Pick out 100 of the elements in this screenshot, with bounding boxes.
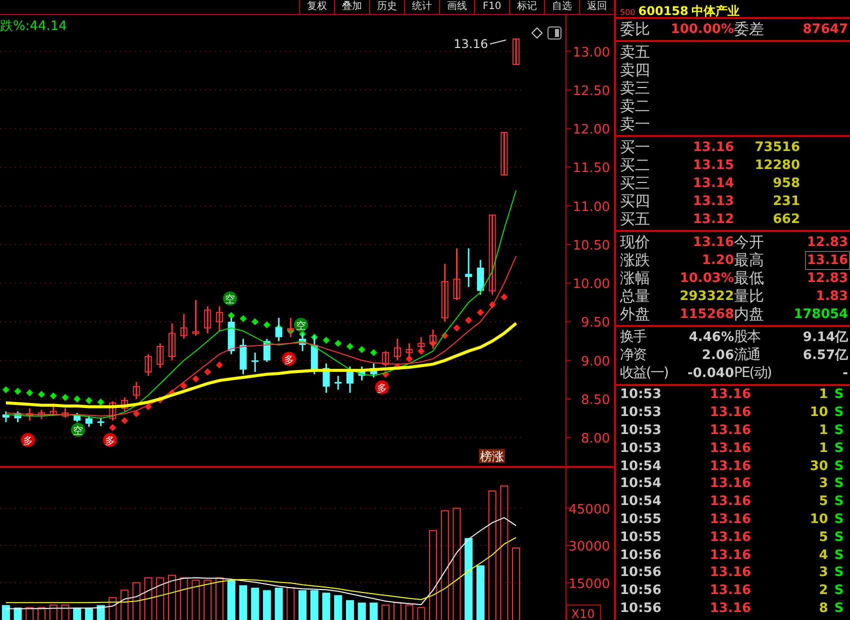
candlestick xyxy=(156,343,164,368)
candlestick xyxy=(287,318,294,338)
field-value: -0.040 xyxy=(686,366,734,380)
candlestick xyxy=(97,418,104,426)
order-price: 13.14 xyxy=(692,176,734,191)
field-label: 换手 xyxy=(620,328,648,346)
candlestick xyxy=(299,333,306,352)
volume-bar xyxy=(382,604,390,620)
trade-price: 13.16 xyxy=(708,548,751,563)
trade-price: 13.16 xyxy=(708,476,751,492)
order-label: 买一 xyxy=(620,138,651,157)
order-volume: 662 xyxy=(772,212,800,227)
volume-bar xyxy=(2,605,10,620)
field-label: 最高 xyxy=(734,251,765,270)
candlestick xyxy=(109,401,116,421)
field-label: 内盘 xyxy=(734,305,765,324)
panel-toggle-icon[interactable] xyxy=(548,26,562,40)
candlestick xyxy=(334,376,342,390)
trade-time: 10:56 xyxy=(620,565,662,580)
stock-code: 600158 xyxy=(638,5,688,17)
candlestick xyxy=(382,351,390,367)
toolbar-button[interactable]: F10 xyxy=(474,0,509,14)
price-axis-label: 8.00 xyxy=(581,432,610,447)
volume-bar xyxy=(144,577,152,620)
field-value: 1.83 xyxy=(814,289,848,304)
field-value: 100.00% xyxy=(670,22,734,37)
toolbar-button[interactable]: 历史 xyxy=(369,0,404,14)
trade-side: S xyxy=(833,512,845,527)
field-label: 现价 xyxy=(620,233,651,252)
volume-bar xyxy=(204,580,212,620)
trade-price: 13.16 xyxy=(708,512,751,527)
candlestick xyxy=(38,410,46,420)
toolbar-button[interactable]: 叠加 xyxy=(334,0,369,14)
trade-time: 10:56 xyxy=(620,583,662,598)
field-label: 量比 xyxy=(734,287,765,306)
volume-bar xyxy=(73,608,82,620)
signal-marker: 空 xyxy=(71,422,85,437)
price-axis-label: 8.50 xyxy=(581,393,610,408)
order-price: 13.12 xyxy=(692,212,734,227)
trade-price: 13.16 xyxy=(708,405,751,420)
order-label: 买二 xyxy=(620,156,651,175)
diamond-icon[interactable] xyxy=(531,27,543,39)
candlestick xyxy=(132,382,140,399)
volume-bar xyxy=(286,587,295,620)
volume-bar xyxy=(49,604,58,620)
volume-bar xyxy=(84,608,93,620)
toolbar-button[interactable]: 画线 xyxy=(439,0,474,14)
field-value: 4.46% xyxy=(688,330,734,344)
field-value: 9.14亿 xyxy=(802,329,848,346)
order-price: 13.13 xyxy=(692,194,734,209)
order-volume: 231 xyxy=(772,194,800,209)
trade-volume: 10 xyxy=(808,405,828,420)
trade-price: 13.16 xyxy=(708,583,751,598)
trade-volume: 3 xyxy=(818,565,828,580)
order-volume: 12280 xyxy=(754,158,800,173)
leader-line xyxy=(490,40,506,44)
field-value: 13.16 xyxy=(692,235,734,250)
trade-time: 10:54 xyxy=(620,494,662,510)
toolbar-button[interactable]: 自选 xyxy=(544,0,579,14)
trade-side: S xyxy=(833,387,845,402)
order-volume: 958 xyxy=(772,176,800,191)
legend-text: 跌%:44.14 xyxy=(0,19,67,34)
candlestick xyxy=(394,338,401,360)
toolbar-button[interactable]: 复权 xyxy=(299,0,334,14)
trade-side: S xyxy=(833,405,845,420)
price-axis-label: 9.50 xyxy=(581,316,610,331)
field-label: 涨幅 xyxy=(620,269,651,288)
stock-name: 中体产业 xyxy=(691,5,740,17)
field-label: PE(动) xyxy=(734,364,772,382)
field-label: 委差 xyxy=(734,20,765,39)
toolbar-button[interactable]: 标记 xyxy=(509,0,544,14)
field-value: 13.16 xyxy=(806,253,848,268)
trade-time: 10:54 xyxy=(620,458,662,474)
order-volume: 73516 xyxy=(754,140,800,155)
volume-bar xyxy=(96,605,105,620)
price-axis-label: 10.00 xyxy=(572,277,610,292)
volume-bar xyxy=(322,592,330,620)
trade-side: S xyxy=(833,548,845,563)
field-value: 12.83 xyxy=(806,235,848,250)
price-axis-label: 13.00 xyxy=(572,45,610,60)
candlestick xyxy=(216,306,223,332)
trade-price: 13.16 xyxy=(708,600,751,616)
trade-volume: 3 xyxy=(818,476,828,492)
volume-bar xyxy=(168,574,176,620)
volume-bar xyxy=(310,590,318,620)
volume-axis-label: 45000 xyxy=(568,502,610,518)
tag-label: 榜涨 xyxy=(479,449,505,464)
candlestick xyxy=(406,343,413,359)
field-label: 最低 xyxy=(734,269,765,288)
order-label: 卖一 xyxy=(620,115,651,134)
candlestick xyxy=(430,329,437,349)
trade-volume: 1 xyxy=(818,387,828,402)
last-price-label: 13.16 xyxy=(454,37,488,51)
field-value: 6.57亿 xyxy=(802,347,848,364)
trade-side: S xyxy=(833,600,845,616)
trade-volume: 8 xyxy=(818,600,828,616)
trade-price: 13.16 xyxy=(708,494,751,510)
volume-bar xyxy=(227,580,236,620)
toolbar-button[interactable]: 统计 xyxy=(404,0,439,14)
field-value: 178054 xyxy=(792,307,848,322)
